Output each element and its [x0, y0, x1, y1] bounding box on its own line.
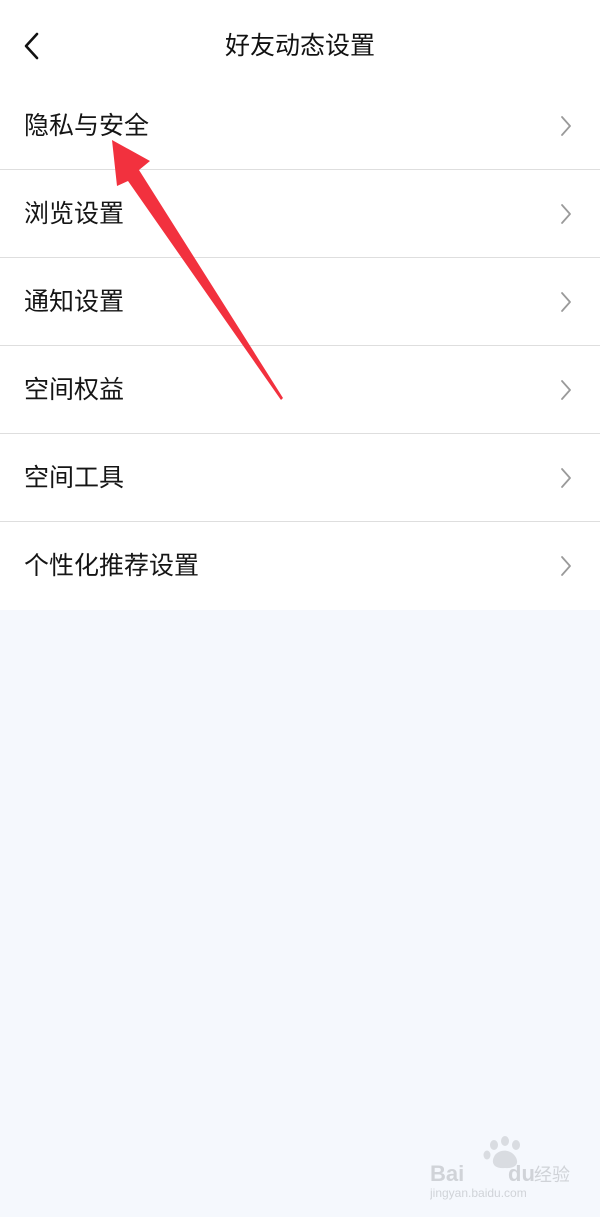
- menu-item-notification-settings[interactable]: 通知设置: [0, 258, 600, 346]
- svg-text:经验: 经验: [534, 1165, 570, 1186]
- svg-text:jingyan.baidu.com: jingyan.baidu.com: [430, 1186, 527, 1200]
- chevron-right-icon: [560, 555, 572, 577]
- top-navigation-bar: [0, 0, 600, 83]
- menu-item-label: 空间工具: [24, 463, 125, 492]
- menu-item-label: 通知设置: [24, 287, 125, 316]
- menu-item-space-benefits[interactable]: 空间权益: [0, 346, 600, 434]
- menu-item-label: 浏览设置: [24, 199, 125, 228]
- svg-text:Bai: Bai: [430, 1161, 464, 1186]
- menu-item-browse-settings[interactable]: 浏览设置: [0, 170, 600, 258]
- menu-item-space-tools[interactable]: 空间工具: [0, 434, 600, 522]
- baidu-jingyan-watermark-logo: Bai du 经验 jingyan.baidu.com: [430, 1136, 570, 1200]
- menu-item-label: 空间权益: [24, 375, 125, 404]
- menu-item-label: 个性化推荐设置: [24, 551, 200, 580]
- chevron-right-icon: [560, 203, 572, 225]
- chevron-right-icon: [560, 379, 572, 401]
- menu-item-label: 隐私与安全: [24, 111, 150, 140]
- chevron-right-icon: [560, 115, 572, 137]
- chevron-right-icon: [560, 291, 572, 313]
- chevron-right-icon: [560, 467, 572, 489]
- chevron-left-icon: [24, 32, 39, 60]
- menu-item-privacy-security[interactable]: 隐私与安全: [0, 82, 600, 170]
- settings-menu-list: 隐私与安全 浏览设置 通知设置 空间权益 空间工具 个性化推荐设置: [0, 82, 600, 610]
- menu-item-personalized-recommendation[interactable]: 个性化推荐设置: [0, 522, 600, 610]
- back-button[interactable]: [12, 22, 56, 66]
- svg-text:du: du: [508, 1161, 535, 1186]
